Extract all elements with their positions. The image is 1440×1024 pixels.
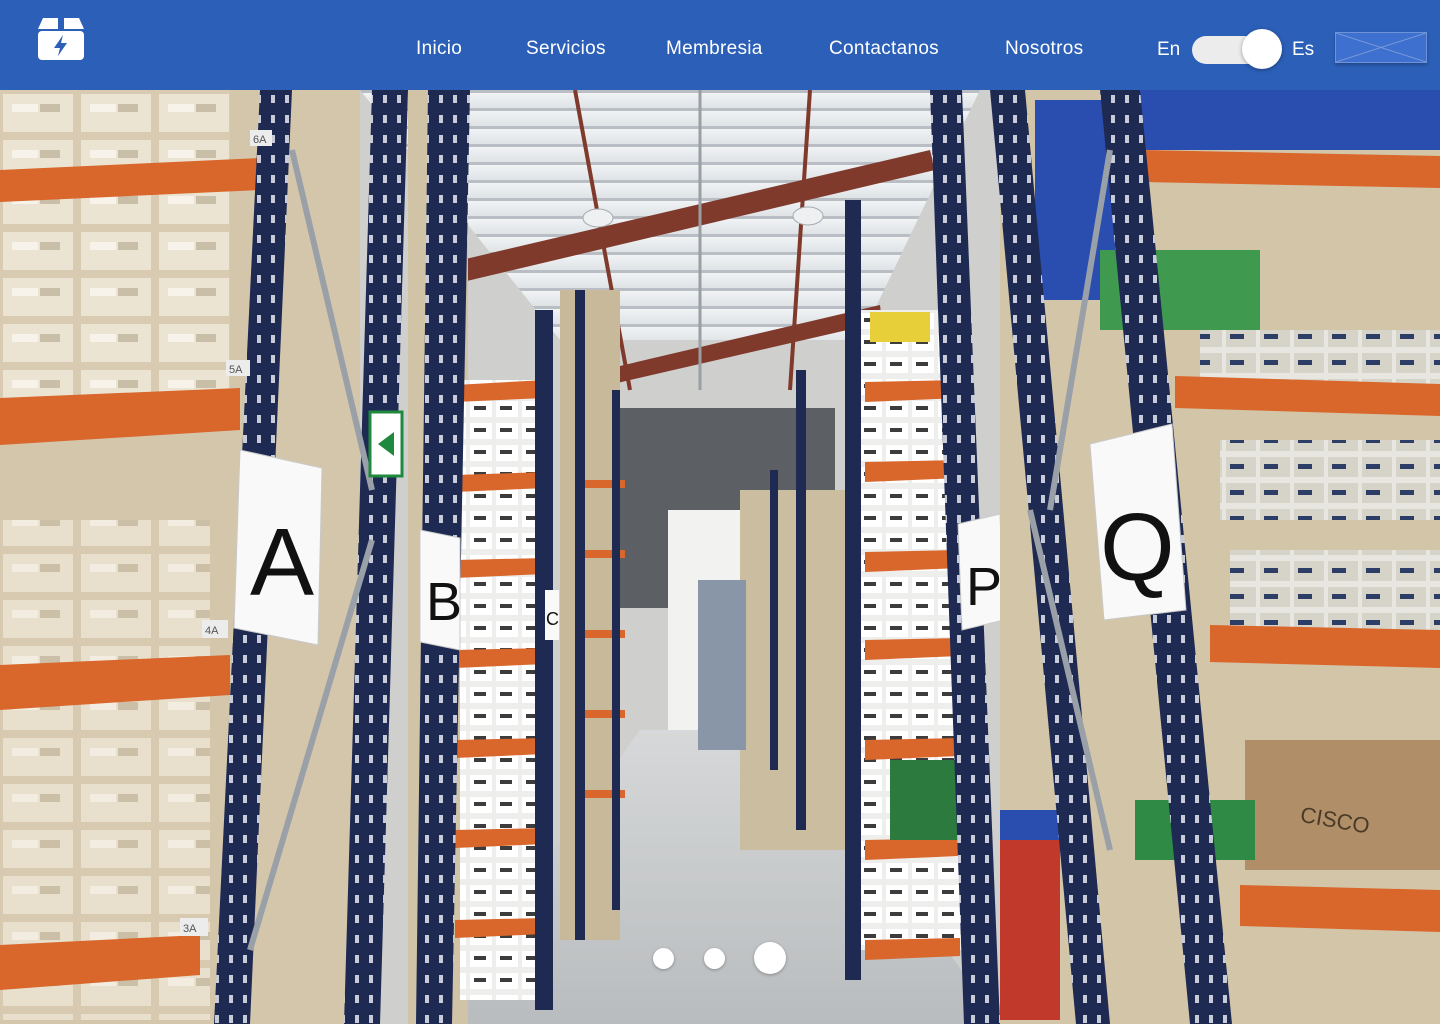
- rack-tag-6a: 6A: [253, 134, 267, 146]
- warehouse-photo: 6A 5A 4A 3A A B C P CISCO Q: [0, 90, 1440, 1024]
- hero-carousel: 6A 5A 4A 3A A B C P CISCO Q: [0, 90, 1440, 1024]
- carousel-dot-3-active[interactable]: [754, 942, 786, 974]
- language-toggle-knob[interactable]: [1242, 29, 1282, 69]
- language-label-es: Es: [1292, 39, 1315, 60]
- language-toggle[interactable]: [1192, 29, 1282, 69]
- shelf-sign-a: A: [250, 509, 314, 616]
- carousel-dot-2[interactable]: [704, 948, 725, 969]
- nav-membresia[interactable]: Membresia: [666, 38, 763, 60]
- shelf-sign-q: Q: [1100, 494, 1175, 601]
- rack-tag-4a: 4A: [205, 625, 219, 637]
- flag-placeholder-icon[interactable]: [1335, 32, 1427, 63]
- shelf-sign-b: B: [426, 572, 462, 632]
- carousel-dot-1[interactable]: [653, 948, 674, 969]
- nav-servicios[interactable]: Servicios: [526, 38, 606, 60]
- page: Inicio Servicios Membresia Contactanos N…: [0, 0, 1440, 1024]
- shelf-sign-p: P: [966, 557, 1002, 617]
- rack-tag-3a: 3A: [183, 923, 197, 935]
- top-navigation-bar: Inicio Servicios Membresia Contactanos N…: [0, 0, 1440, 90]
- box-lightning-icon[interactable]: [38, 18, 84, 60]
- nav-nosotros[interactable]: Nosotros: [1005, 38, 1083, 60]
- shelf-sign-c: C: [546, 609, 559, 629]
- nav-inicio[interactable]: Inicio: [416, 38, 462, 60]
- rack-tag-5a: 5A: [229, 364, 243, 376]
- language-label-en: En: [1157, 39, 1181, 60]
- nav-contactanos[interactable]: Contactanos: [829, 38, 939, 60]
